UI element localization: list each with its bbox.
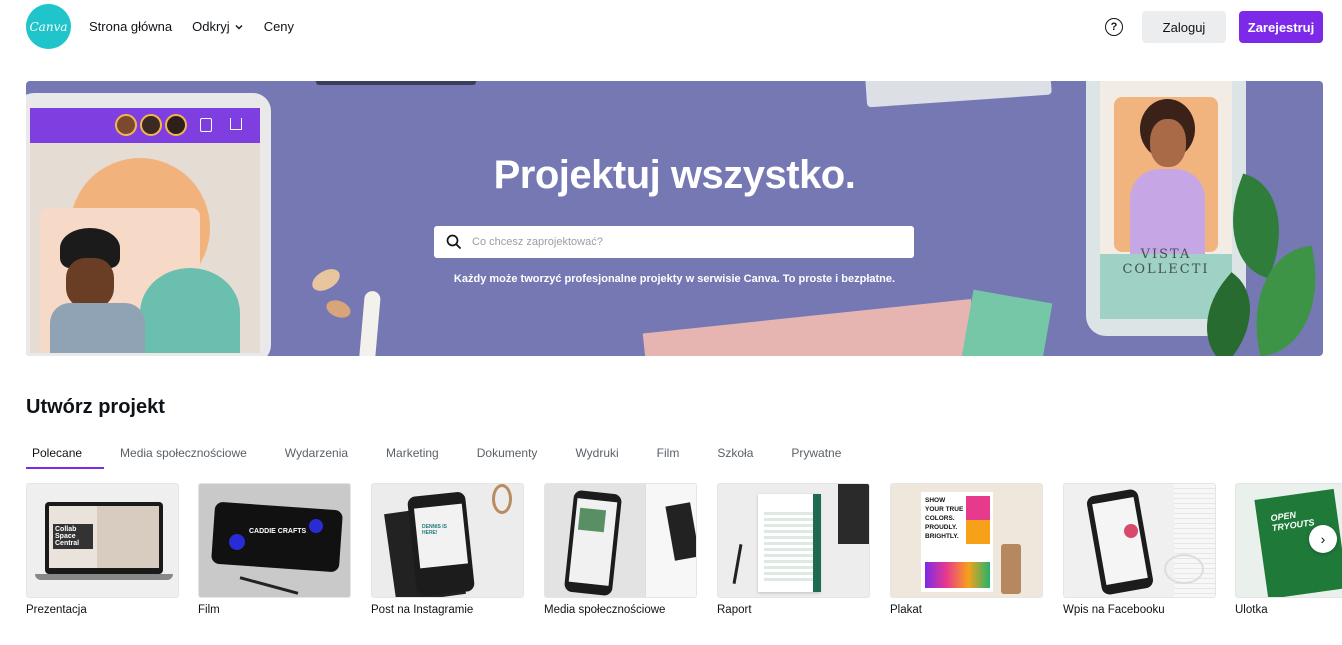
pencil-shaving [324,297,353,321]
search-icon [446,234,462,250]
tab-events[interactable]: Wydarzenia [285,444,348,469]
tab-school[interactable]: Szkoła [717,444,753,469]
report-thumbnail [717,483,870,598]
card-facebook-post[interactable]: Wpis na Facebooku [1063,483,1216,616]
search-input[interactable] [472,236,892,248]
pink-paper [642,298,980,356]
pencil-illustration [358,290,382,356]
hero-banner: VISTA COLLECTI Projektuj wszystko. Każdy… [26,81,1323,356]
canva-logo[interactable]: Canva [26,4,71,49]
chevron-right-icon: › [1320,531,1326,547]
chevron-down-icon [235,24,243,29]
card-label: Prezentacja [26,604,87,616]
tab-documents[interactable]: Dokumenty [477,444,538,469]
poster-thumb-text: SHOW YOUR TRUE COLORS. PROUDLY. BRIGHTLY… [925,497,964,540]
card-report[interactable]: Raport [717,483,870,616]
nav-home-label: Strona główna [89,19,173,34]
help-icon[interactable]: ? [1105,18,1123,36]
design-search-box[interactable] [434,226,914,258]
active-tab-indicator [26,467,104,469]
nav-pricing[interactable]: Ceny [264,19,294,34]
main-nav: Strona główna Odkryj Ceny [89,19,314,34]
phone-text-1: VISTA [1140,247,1192,262]
nav-discover-label: Odkryj [192,19,230,34]
poster-thumbnail: SHOW YOUR TRUE COLORS. PROUDLY. BRIGHTLY… [890,483,1043,598]
category-tabs: Polecane Media społecznościowe Wydarzeni… [26,444,879,469]
video-thumb-text: CADDIE CRAFTS [249,528,307,535]
nav-discover[interactable]: Odkryj [192,19,244,34]
card-social-media[interactable]: Media społecznościowe [544,483,697,616]
top-header: Canva Strona główna Odkryj Ceny ? Zalogu… [0,0,1342,54]
card-label: Ulotka [1235,604,1268,616]
social-media-thumbnail [544,483,697,598]
tab-recommended[interactable]: Polecane [32,444,82,469]
presentation-thumbnail: Collab Space Central [26,483,179,598]
card-label: Wpis na Facebooku [1063,604,1165,616]
presentation-thumb-text: Collab Space Central [53,524,93,549]
tab-personal[interactable]: Prywatne [791,444,841,469]
tab-social-media[interactable]: Media społecznościowe [120,444,247,469]
card-label: Media społecznościowe [544,604,666,616]
card-instagram-post[interactable]: DENNIS IS HERE! Post na Instagramie [371,483,524,616]
card-label: Raport [717,604,752,616]
decor-card [865,81,1052,108]
hero-subtitle: Każdy może tworzyć profesjonalne projekt… [453,273,896,285]
card-label: Plakat [890,604,922,616]
tab-marketing[interactable]: Marketing [386,444,439,469]
card-label: Post na Instagramie [371,604,474,616]
video-thumbnail: CADDIE CRAFTS [198,483,351,598]
tab-prints[interactable]: Wydruki [575,444,618,469]
instagram-thumb-text: DENNIS IS HERE! [422,524,448,536]
design-type-carousel: Collab Space Central Prezentacja CADDIE … [26,483,1342,623]
tab-video[interactable]: Film [657,444,680,469]
nav-home[interactable]: Strona główna [89,19,172,34]
carousel-next-button[interactable]: › [1309,525,1337,553]
instagram-thumbnail: DENNIS IS HERE! [371,483,524,598]
decor-block [316,81,476,85]
card-poster[interactable]: SHOW YOUR TRUE COLORS. PROUDLY. BRIGHTLY… [890,483,1043,616]
tablet-illustration [26,93,271,356]
card-video[interactable]: CADDIE CRAFTS Film [198,483,351,616]
login-button[interactable]: Zaloguj [1142,11,1226,43]
nav-pricing-label: Ceny [263,19,295,34]
card-label: Film [198,604,220,616]
green-paper [959,289,1053,356]
facebook-thumbnail [1063,483,1216,598]
create-design-title: Utwórz projekt [26,396,165,418]
signup-button[interactable]: Zarejestruj [1239,11,1323,43]
hero-title: Projektuj wszystko. [493,153,856,197]
card-presentation[interactable]: Collab Space Central Prezentacja [26,483,179,616]
